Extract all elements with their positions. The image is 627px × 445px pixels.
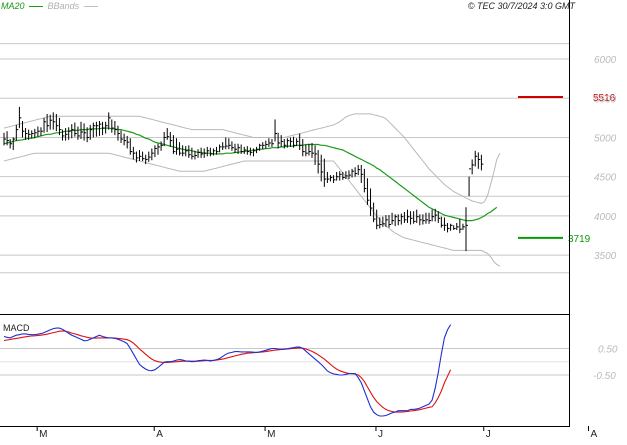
x-tick-label: A (590, 429, 597, 440)
legend-ma20-swatch (29, 6, 44, 8)
y-tick-label: 6000 (594, 55, 617, 66)
y-tick-label: 5500 (594, 94, 617, 105)
x-tick-label: J (486, 429, 491, 440)
chart-stage: 5516 3719 6000 5500 5000 4500 4000 3500 0.50 -0.… (0, 0, 627, 440)
support-label: 3719 (568, 234, 591, 245)
macd-title: MACD (3, 323, 30, 333)
legend-ma20: MA20 (1, 1, 25, 11)
y-tick-label: 3500 (594, 251, 617, 262)
legend-bbands-swatch (83, 6, 98, 8)
legend: MA20 BBands (1, 1, 98, 11)
legend-bbands: BBands (47, 1, 80, 11)
y-tick-label: 4500 (594, 173, 617, 184)
macd-y-tick-label: 0.50 (598, 344, 618, 355)
y-tick-label: 5000 (594, 133, 617, 144)
x-tick-label: A (156, 429, 163, 440)
x-tick-label: M (267, 429, 275, 440)
stock-chart: 55163719 6000550050004500400035000.50-0.… (0, 0, 627, 440)
x-tick-label: M (39, 429, 47, 440)
copyright-text: © TEC 30/7/2024 3:0 GMT (467, 1, 575, 11)
macd-y-tick-label: -0.50 (593, 371, 616, 382)
x-tick-label: J (378, 429, 383, 440)
y-tick-label: 4000 (594, 212, 617, 223)
